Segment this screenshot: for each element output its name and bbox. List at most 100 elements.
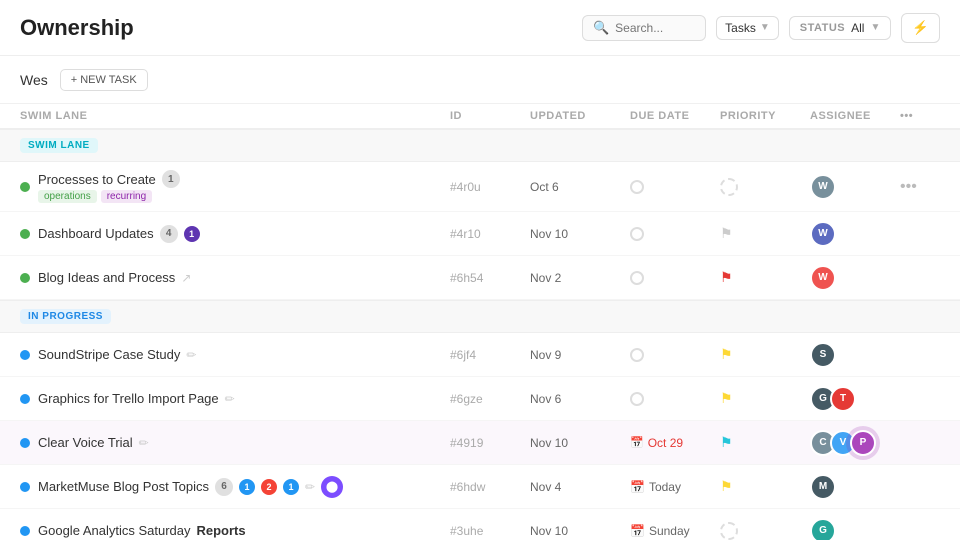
- assignee-cell: S: [810, 342, 900, 368]
- due-indicator: [630, 227, 644, 241]
- task-name-row: Dashboard Updates 4 1: [38, 225, 200, 243]
- status-dot-blue: [20, 438, 30, 448]
- task-priority: ⚑: [720, 390, 810, 407]
- due-indicator: [630, 348, 644, 362]
- filter-button[interactable]: ⚡: [901, 13, 940, 43]
- task-id: #6hdw: [450, 480, 530, 494]
- priority-empty-dashed: [720, 522, 738, 540]
- count-badge: 1: [162, 170, 180, 188]
- task-id: #4r10: [450, 227, 530, 241]
- table-row: Blog Ideas and Process ↗ #6h54 Nov 2 ⚑ W: [0, 256, 960, 300]
- col-swimlane: SWIM LANE: [20, 110, 450, 122]
- status-dot-blue: [20, 350, 30, 360]
- task-name[interactable]: Processes to Create: [38, 172, 156, 187]
- header: Ownership 🔍 Tasks ▼ STATUS All ▼ ⚡: [0, 0, 960, 56]
- edit-icon[interactable]: ✏: [305, 480, 315, 494]
- search-input[interactable]: [615, 21, 695, 35]
- priority-empty: [720, 178, 738, 196]
- search-icon: 🔍: [593, 20, 609, 36]
- status-dot-green: [20, 229, 30, 239]
- task-name[interactable]: Google Analytics Saturday: [38, 523, 190, 538]
- col-updated: UPDATED: [530, 110, 630, 122]
- task-name-row: SoundStripe Case Study ✏: [38, 347, 196, 362]
- avatar: W: [810, 174, 836, 200]
- notification-badge-3: 1: [283, 479, 299, 495]
- calendar-icon: 📅: [630, 480, 645, 494]
- table-row: Dashboard Updates 4 1 #4r10 Nov 10 ⚑ W: [0, 212, 960, 256]
- task-name[interactable]: Dashboard Updates: [38, 226, 154, 241]
- task-name-row: Google Analytics Saturday Reports: [38, 523, 246, 538]
- flag-icon-cyan: ⚑: [720, 434, 733, 451]
- task-due: [630, 180, 720, 194]
- flag-icon-red: ⚑: [720, 269, 733, 286]
- today-text: Today: [649, 480, 681, 494]
- status-dot-green: [20, 273, 30, 283]
- flag-icon-yellow: ⚑: [720, 390, 733, 407]
- table-row: Google Analytics Saturday Reports #3uhe …: [0, 509, 960, 540]
- task-updated: Nov 6: [530, 392, 630, 406]
- status-filter[interactable]: STATUS All ▼: [789, 16, 892, 40]
- task-due: [630, 271, 720, 285]
- table-row: Processes to Create 1 operations recurri…: [0, 162, 960, 212]
- calendar-icon: 📅: [630, 524, 645, 538]
- task-info: MarketMuse Blog Post Topics 6 1 2 1 ✏ ⬤: [38, 476, 343, 498]
- task-updated: Nov 2: [530, 271, 630, 285]
- assignee-cell: W: [810, 174, 900, 200]
- user-name: Wes: [20, 72, 48, 88]
- table-header: SWIM LANE ID UPDATED DUE DATE PRIORITY A…: [0, 104, 960, 129]
- tasks-dropdown[interactable]: Tasks ▼: [716, 16, 779, 40]
- task-priority: ⚑: [720, 478, 810, 495]
- due-indicator: [630, 180, 644, 194]
- avatar-2: T: [830, 386, 856, 412]
- task-name[interactable]: Clear Voice Trial: [38, 435, 133, 450]
- task-name-row: Graphics for Trello Import Page ✏: [38, 391, 235, 406]
- table-container: SWIM LANE ID UPDATED DUE DATE PRIORITY A…: [0, 104, 960, 540]
- avatar: G: [810, 518, 836, 540]
- count-badge-6: 6: [215, 478, 233, 496]
- task-name[interactable]: SoundStripe Case Study: [38, 347, 180, 362]
- count-badge: 4: [160, 225, 178, 243]
- search-bar[interactable]: 🔍: [582, 15, 706, 41]
- task-badges: operations recurring: [38, 190, 180, 203]
- in-progress-section-header: IN PROGRESS: [0, 300, 960, 333]
- assignee-cell: W: [810, 221, 900, 247]
- task-priority: ⚑: [720, 434, 810, 451]
- swim-lane-badge: SWIM LANE: [20, 138, 98, 153]
- due-date-text: Oct 29: [648, 436, 683, 450]
- status-dot-green: [20, 182, 30, 192]
- calendar-icon: 📅: [630, 436, 644, 449]
- col-duedate: DUE DATE: [630, 110, 720, 122]
- status-value: All: [851, 21, 864, 35]
- task-id: #6h54: [450, 271, 530, 285]
- task-updated: Nov 10: [530, 436, 630, 450]
- notification-badge-1: 1: [239, 479, 255, 495]
- task-due: [630, 392, 720, 406]
- more-options-button[interactable]: •••: [900, 178, 940, 196]
- status-dot-blue: [20, 526, 30, 536]
- badge-recurring: recurring: [101, 190, 152, 203]
- assignee-cell: G T: [810, 386, 900, 412]
- swim-lane-section-header: SWIM LANE: [0, 129, 960, 162]
- edit-icon[interactable]: ✏: [225, 392, 235, 406]
- task-name[interactable]: MarketMuse Blog Post Topics: [38, 479, 209, 494]
- avatar: W: [810, 265, 836, 291]
- edit-icon[interactable]: ✏: [186, 348, 196, 362]
- col-id: ID: [450, 110, 530, 122]
- task-name-row: Processes to Create 1: [38, 170, 180, 188]
- sunday-text: Sunday: [649, 524, 690, 538]
- task-id: #4919: [450, 436, 530, 450]
- sub-header: Wes + NEW TASK: [0, 56, 960, 104]
- in-progress-badge: IN PROGRESS: [20, 309, 111, 324]
- task-due: [630, 227, 720, 241]
- task-name-reports: Reports: [196, 523, 245, 538]
- page-title: Ownership: [20, 15, 134, 41]
- edit-icon[interactable]: ✏: [139, 436, 149, 450]
- task-name[interactable]: Graphics for Trello Import Page: [38, 391, 219, 406]
- task-name-row: MarketMuse Blog Post Topics 6 1 2 1 ✏ ⬤: [38, 476, 343, 498]
- badge-operations: operations: [38, 190, 97, 203]
- task-name-row: Clear Voice Trial ✏: [38, 435, 149, 450]
- task-id: #6jf4: [450, 348, 530, 362]
- table-row: MarketMuse Blog Post Topics 6 1 2 1 ✏ ⬤ …: [0, 465, 960, 509]
- new-task-button[interactable]: + NEW TASK: [60, 69, 148, 91]
- task-name[interactable]: Blog Ideas and Process: [38, 270, 175, 285]
